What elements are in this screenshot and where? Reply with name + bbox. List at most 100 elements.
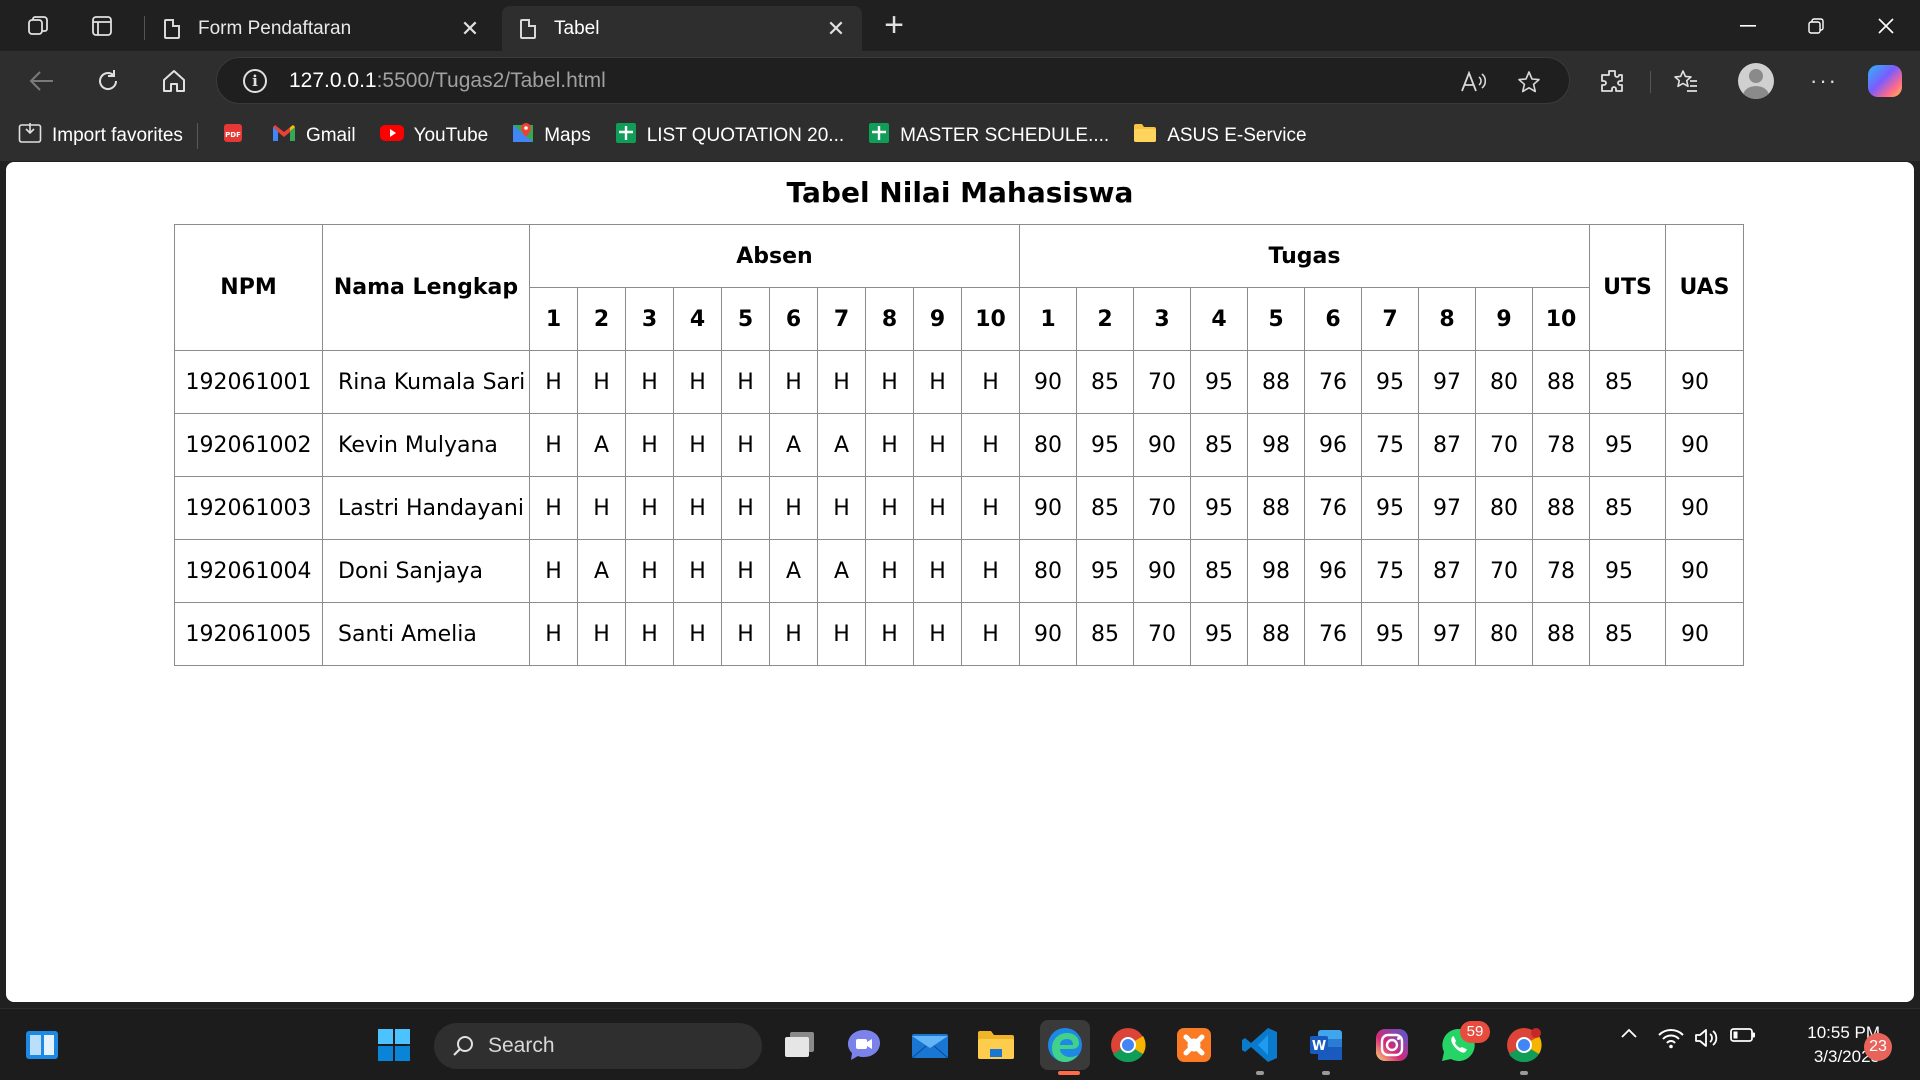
gmail-icon bbox=[272, 124, 296, 148]
vertical-tabs-icon[interactable] bbox=[86, 10, 118, 42]
favorite-pdf[interactable]: PDF bbox=[222, 116, 254, 156]
vscode-icon[interactable] bbox=[1238, 1023, 1282, 1067]
mail-icon[interactable] bbox=[908, 1023, 952, 1067]
header-tugas-4: 4 bbox=[1190, 287, 1248, 351]
favorite-master-schedule[interactable]: MASTER SCHEDULE.... bbox=[868, 116, 1109, 156]
tugas-cell: 80 bbox=[1475, 476, 1533, 540]
tugas-cell: 95 bbox=[1190, 602, 1248, 666]
close-tab-icon[interactable]: ✕ bbox=[458, 16, 482, 41]
url-text[interactable]: 127.0.0.1:5500/Tugas2/Tabel.html bbox=[289, 69, 606, 93]
edge-icon[interactable] bbox=[1040, 1020, 1090, 1070]
widgets-icon[interactable] bbox=[20, 1023, 64, 1067]
header-nama-lengkap: Nama Lengkap bbox=[322, 224, 530, 351]
favorite-label: LIST QUOTATION 20... bbox=[646, 125, 845, 146]
close-window-button[interactable] bbox=[1852, 0, 1920, 51]
tugas-cell: 95 bbox=[1076, 539, 1134, 603]
volume-icon[interactable] bbox=[1692, 1027, 1722, 1049]
favorite-youtube[interactable]: YouTube bbox=[379, 116, 488, 156]
taskbar-search[interactable]: Search bbox=[434, 1023, 762, 1069]
tugas-cell: 98 bbox=[1247, 539, 1305, 603]
absen-cell: H bbox=[865, 476, 914, 540]
header-tugas-7: 7 bbox=[1361, 287, 1419, 351]
word-icon[interactable]: W bbox=[1304, 1023, 1348, 1067]
uts-cell: 85 bbox=[1589, 476, 1666, 540]
back-button[interactable] bbox=[24, 63, 60, 99]
close-tab-icon[interactable]: ✕ bbox=[824, 16, 848, 41]
workspaces-icon[interactable] bbox=[22, 10, 54, 42]
chrome-profile-icon[interactable] bbox=[1502, 1023, 1546, 1067]
name-cell: Santi Amelia bbox=[322, 602, 530, 666]
chrome-icon[interactable] bbox=[1106, 1023, 1150, 1067]
absen-cell: H bbox=[817, 350, 866, 414]
tugas-cell: 78 bbox=[1532, 539, 1590, 603]
more-options-icon[interactable]: ··· bbox=[1806, 63, 1842, 99]
header-tugas-5: 5 bbox=[1247, 287, 1305, 351]
url-host: 127.0.0.1 bbox=[289, 68, 377, 92]
new-tab-button[interactable]: + bbox=[876, 8, 912, 44]
instagram-icon[interactable] bbox=[1370, 1023, 1414, 1067]
absen-cell: A bbox=[769, 539, 818, 603]
npm-cell: 192061004 bbox=[174, 539, 323, 603]
tugas-cell: 85 bbox=[1076, 476, 1134, 540]
tab-form-pendaftaran[interactable]: Form Pendaftaran ✕ bbox=[146, 6, 496, 51]
tugas-cell: 96 bbox=[1304, 539, 1362, 603]
absen-cell: H bbox=[625, 413, 674, 477]
header-absen-8: 8 bbox=[865, 287, 914, 351]
tugas-cell: 95 bbox=[1190, 350, 1248, 414]
show-hidden-icons[interactable] bbox=[1616, 1027, 1642, 1039]
wifi-icon[interactable] bbox=[1656, 1027, 1686, 1049]
copilot-icon[interactable] bbox=[1868, 65, 1902, 97]
table-row: 192061003 Lastri Handayani H H H H H H H H H H 90 85 7… bbox=[174, 476, 1744, 540]
battery-icon[interactable] bbox=[1728, 1027, 1758, 1043]
header-absen: Absen bbox=[529, 224, 1020, 288]
absen-cell: A bbox=[817, 413, 866, 477]
favorite-star-icon[interactable] bbox=[1513, 66, 1545, 98]
read-aloud-icon[interactable] bbox=[1457, 66, 1489, 98]
extensions-icon[interactable] bbox=[1594, 63, 1630, 99]
favorites-icon[interactable] bbox=[1668, 63, 1704, 99]
uts-cell: 85 bbox=[1589, 602, 1666, 666]
absen-cell: H bbox=[865, 539, 914, 603]
profile-avatar[interactable] bbox=[1738, 63, 1774, 99]
header-absen-1: 1 bbox=[529, 287, 578, 351]
tugas-cell: 88 bbox=[1532, 602, 1590, 666]
tugas-cell: 75 bbox=[1361, 539, 1419, 603]
header-absen-10: 10 bbox=[961, 287, 1020, 351]
file-explorer-icon[interactable] bbox=[974, 1023, 1018, 1067]
table-row: 192061002 Kevin Mulyana H A H H H A A H H H 80 95 90 85… bbox=[174, 413, 1744, 477]
header-uts: UTS bbox=[1589, 224, 1666, 351]
name-cell: Rina Kumala Sari bbox=[322, 350, 530, 414]
npm-cell: 192061002 bbox=[174, 413, 323, 477]
restore-button[interactable] bbox=[1782, 0, 1850, 51]
absen-cell: A bbox=[769, 413, 818, 477]
title-bar: Form Pendaftaran ✕ Tabel ✕ + bbox=[0, 0, 1920, 51]
absen-cell: H bbox=[865, 413, 914, 477]
site-info-icon[interactable]: i bbox=[243, 68, 267, 93]
start-menu-icon[interactable] bbox=[372, 1023, 416, 1067]
refresh-button[interactable] bbox=[90, 63, 126, 99]
task-view-icon[interactable] bbox=[778, 1023, 822, 1067]
favorite-maps[interactable]: Maps bbox=[512, 116, 591, 156]
header-absen-6: 6 bbox=[769, 287, 818, 351]
home-button[interactable] bbox=[156, 63, 192, 99]
favorite-label: ASUS E-Service bbox=[1167, 125, 1307, 146]
notification-badge[interactable]: 23 bbox=[1864, 1033, 1892, 1061]
tugas-cell: 90 bbox=[1133, 539, 1191, 603]
favorite-asus-e-service[interactable]: ASUS E-Service bbox=[1133, 116, 1307, 156]
npm-cell: 192061001 bbox=[174, 350, 323, 414]
tugas-cell: 70 bbox=[1133, 350, 1191, 414]
tab-title: Tabel bbox=[554, 17, 600, 39]
minimize-button[interactable] bbox=[1714, 0, 1782, 51]
teams-chat-icon[interactable] bbox=[842, 1023, 886, 1067]
header-tugas: Tugas bbox=[1019, 224, 1590, 288]
favorite-import-favorites[interactable]: Import favorites bbox=[18, 116, 183, 156]
xampp-icon[interactable] bbox=[1172, 1023, 1216, 1067]
absen-cell: H bbox=[577, 350, 626, 414]
favorite-list-quotation[interactable]: LIST QUOTATION 20... bbox=[615, 116, 844, 156]
tab-tabel[interactable]: Tabel ✕ bbox=[502, 6, 862, 51]
tugas-cell: 88 bbox=[1247, 350, 1305, 414]
favorite-gmail[interactable]: Gmail bbox=[272, 116, 356, 156]
address-bar[interactable]: i 127.0.0.1:5500/Tugas2/Tabel.html bbox=[216, 57, 1570, 104]
absen-cell: H bbox=[721, 539, 770, 603]
page-icon bbox=[164, 18, 180, 39]
